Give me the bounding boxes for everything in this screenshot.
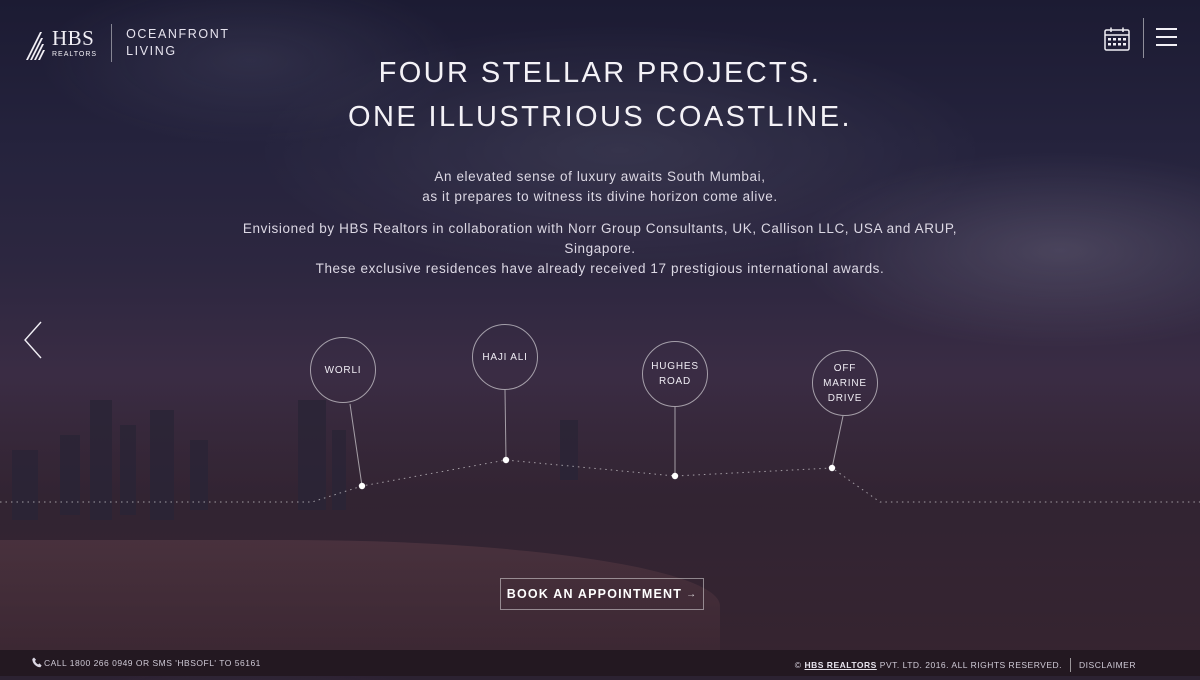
book-appointment-label: BOOK AN APPOINTMENT <box>506 587 683 601</box>
location-worli-label: WORLI <box>324 364 362 376</box>
location-haji-ali[interactable]: HAJI ALI <box>472 324 538 390</box>
contact-text: CALL 1800 266 0949 OR SMS 'HBSOFL' TO 56… <box>44 658 261 668</box>
copyright-text: PVT. LTD. 2016. ALL RIGHTS RESERVED. <box>879 660 1063 670</box>
off-marine-drive-marker <box>828 464 836 472</box>
footer-bar: CALL 1800 266 0949 OR SMS 'HBSOFL' TO 56… <box>0 650 1200 676</box>
haji-ali-marker <box>502 456 510 464</box>
location-hughes-road[interactable]: HUGHES ROAD <box>642 341 708 407</box>
location-marine-drive-line-2: MARINE <box>823 377 867 389</box>
location-worli[interactable]: WORLI <box>310 337 376 403</box>
book-appointment-button[interactable]: BOOK AN APPOINTMENT → <box>500 578 704 610</box>
hughes-road-marker <box>671 472 679 480</box>
location-hughes-road-line-2: ROAD <box>658 376 692 387</box>
worli-marker <box>358 482 366 490</box>
disclaimer-link[interactable]: DISCLAIMER <box>1079 660 1136 670</box>
company-link[interactable]: HBS REALTORS <box>805 660 877 670</box>
coastline-map-overlay <box>0 389 1200 503</box>
location-marine-drive-line-3: DRIVE <box>827 392 863 404</box>
phone-icon <box>32 657 42 668</box>
arrow-right-icon: → <box>686 588 698 600</box>
location-marine-drive-line-1: OFF <box>833 362 857 374</box>
footer-divider <box>1070 658 1072 672</box>
location-off-marine-drive[interactable]: OFF MARINE DRIVE <box>812 350 878 416</box>
footer-contact: CALL 1800 266 0949 OR SMS 'HBSOFL' TO 56… <box>32 657 261 668</box>
location-haji-ali-label: HAJI ALI <box>482 351 528 363</box>
copyright-symbol: © <box>794 660 802 670</box>
location-hughes-road-line-1: HUGHES <box>651 361 699 372</box>
footer-legal: © HBS REALTORS PVT. LTD. 2016. ALL RIGHT… <box>795 658 1136 672</box>
